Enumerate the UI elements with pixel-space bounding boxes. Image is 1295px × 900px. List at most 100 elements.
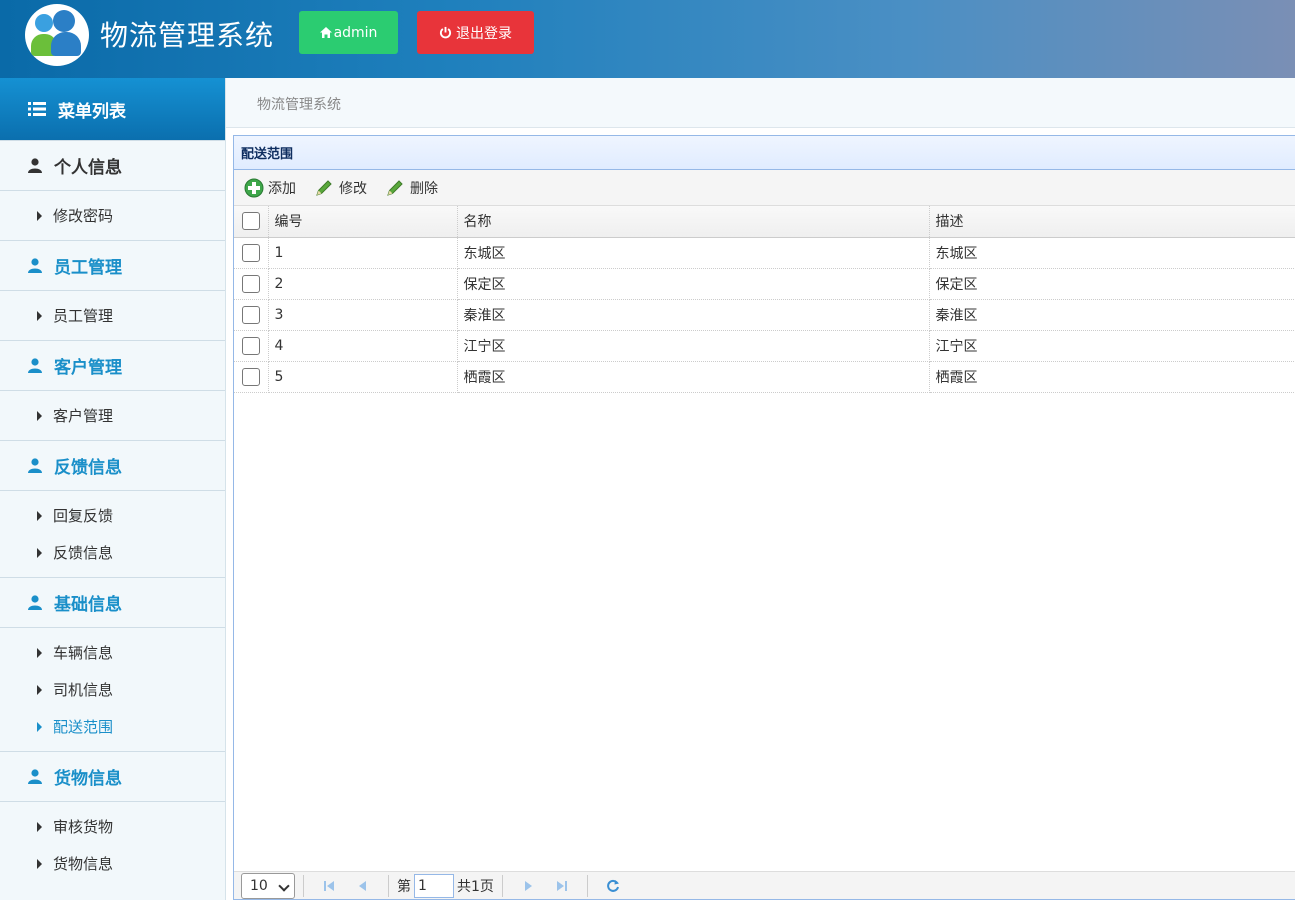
caret-right-icon — [37, 547, 42, 558]
list-icon — [28, 102, 46, 116]
select-all-cell — [234, 206, 269, 238]
home-icon — [319, 27, 332, 38]
caret-right-icon — [37, 647, 42, 658]
table-row[interactable]: 4 江宁区 江宁区 — [234, 330, 1295, 362]
cell-id: 2 — [268, 268, 458, 300]
logo-users-icon — [25, 4, 89, 66]
sidebar-group-title[interactable]: 个人信息 — [0, 141, 225, 191]
user-icon — [28, 358, 42, 373]
pencil-icon — [316, 179, 332, 196]
cell-description: 江宁区 — [929, 330, 1295, 362]
add-button[interactable]: 添加 — [244, 178, 296, 198]
sidebar-group-staff: 员工管理 员工管理 — [0, 240, 225, 340]
logout-label: 退出登录 — [456, 25, 512, 42]
user-icon — [28, 158, 42, 173]
prev-page-icon[interactable] — [355, 878, 371, 894]
cell-id: 5 — [268, 361, 458, 393]
data-grid: 编号 名称 描述 1 东城区 东城区 2 保定区 保定区 3 秦淮区 秦淮区 4… — [234, 206, 1295, 393]
select-all-checkbox[interactable] — [241, 212, 260, 231]
cell-name: 东城区 — [457, 237, 930, 269]
table-row[interactable]: 1 东城区 东城区 — [234, 237, 1295, 269]
user-icon — [28, 595, 42, 610]
column-header-id[interactable]: 编号 — [268, 206, 458, 238]
table-row[interactable]: 3 秦淮区 秦淮区 — [234, 299, 1295, 331]
sidebar-heading-label: 菜单列表 — [58, 101, 126, 122]
user-icon — [28, 458, 42, 473]
next-page-icon[interactable] — [520, 878, 536, 894]
sidebar-group-customers: 客户管理 客户管理 — [0, 340, 225, 440]
caret-right-icon — [37, 210, 42, 221]
top-header: 物流管理系统 admin 退出登录 — [0, 0, 1295, 78]
sidebar-item-customer-management[interactable]: 客户管理 — [0, 397, 225, 434]
sidebar-item-change-password[interactable]: 修改密码 — [0, 197, 225, 234]
table-row[interactable]: 2 保定区 保定区 — [234, 268, 1295, 300]
row-checkbox[interactable] — [241, 336, 260, 355]
sidebar-group-goods: 货物信息 审核货物 货物信息 — [0, 751, 225, 888]
cell-description: 栖霞区 — [929, 361, 1295, 393]
sidebar-item-feedback-info[interactable]: 反馈信息 — [0, 534, 225, 571]
refresh-icon[interactable] — [605, 878, 621, 894]
sidebar-group-title[interactable]: 反馈信息 — [0, 441, 225, 491]
cell-id: 4 — [268, 330, 458, 362]
sidebar-group-title[interactable]: 货物信息 — [0, 752, 225, 802]
sidebar-item-review-goods[interactable]: 审核货物 — [0, 808, 225, 845]
sidebar-item-reply-feedback[interactable]: 回复反馈 — [0, 497, 225, 534]
sidebar-group-personal: 个人信息 修改密码 — [0, 140, 225, 240]
grid-header-row: 编号 名称 描述 — [234, 206, 1295, 238]
page-prefix-label: 第 — [397, 878, 411, 895]
chevron-down-icon — [278, 879, 290, 892]
cell-name: 秦淮区 — [457, 299, 930, 331]
caret-right-icon — [37, 684, 42, 695]
page-total-label: 共1页 — [457, 878, 494, 895]
add-icon — [244, 178, 264, 197]
page-size-select[interactable]: 10 — [241, 872, 295, 899]
logout-button[interactable]: 退出登录 — [417, 11, 534, 54]
row-checkbox[interactable] — [241, 243, 260, 262]
caret-right-icon — [37, 510, 42, 521]
sidebar-item-goods-info[interactable]: 货物信息 — [0, 845, 225, 882]
admin-label: admin — [333, 24, 378, 41]
page-number-input[interactable]: 1 — [414, 873, 454, 898]
row-checkbox[interactable] — [241, 305, 260, 324]
last-page-icon[interactable] — [554, 878, 570, 894]
row-checkbox[interactable] — [241, 367, 260, 386]
table-row[interactable]: 5 栖霞区 栖霞区 — [234, 361, 1295, 393]
sidebar-group-title[interactable]: 员工管理 — [0, 241, 225, 291]
pagination-bar: 10 第 1 共1页 — [234, 871, 1295, 899]
caret-right-icon — [37, 858, 42, 869]
cell-name: 保定区 — [457, 268, 930, 300]
cell-name: 江宁区 — [457, 330, 930, 362]
sidebar: 菜单列表 个人信息 修改密码 员工管理 员工管理 客户管理 客户管理 反馈信息 … — [0, 78, 226, 900]
caret-right-icon — [37, 821, 42, 832]
pencil-icon — [387, 179, 403, 196]
sidebar-group-title[interactable]: 基础信息 — [0, 578, 225, 628]
edit-button[interactable]: 修改 — [314, 178, 367, 198]
column-header-name[interactable]: 名称 — [457, 206, 930, 238]
cell-name: 栖霞区 — [457, 361, 930, 393]
row-checkbox[interactable] — [241, 274, 260, 293]
caret-right-icon — [37, 410, 42, 421]
user-icon — [28, 769, 42, 784]
cell-id: 3 — [268, 299, 458, 331]
sidebar-group-feedback: 反馈信息 回复反馈 反馈信息 — [0, 440, 225, 577]
user-icon — [28, 258, 42, 273]
breadcrumb: 物流管理系统 — [257, 97, 341, 113]
first-page-icon[interactable] — [321, 878, 337, 894]
sidebar-item-staff-management[interactable]: 员工管理 — [0, 297, 225, 334]
admin-button[interactable]: admin — [299, 11, 398, 54]
sidebar-item-driver-info[interactable]: 司机信息 — [0, 671, 225, 708]
power-icon — [439, 26, 452, 39]
cell-description: 保定区 — [929, 268, 1295, 300]
caret-right-icon — [37, 310, 42, 321]
sidebar-item-vehicle-info[interactable]: 车辆信息 — [0, 634, 225, 671]
sidebar-group-title[interactable]: 客户管理 — [0, 341, 225, 391]
delete-button[interactable]: 删除 — [385, 178, 438, 198]
column-header-description[interactable]: 描述 — [929, 206, 1295, 238]
sidebar-group-basic-info: 基础信息 车辆信息 司机信息 配送范围 — [0, 577, 225, 751]
breadcrumb-bar: 物流管理系统 — [226, 78, 1295, 128]
caret-right-icon — [37, 721, 42, 732]
cell-id: 1 — [268, 237, 458, 269]
sidebar-item-delivery-range[interactable]: 配送范围 — [0, 708, 225, 745]
cell-description: 秦淮区 — [929, 299, 1295, 331]
toolbar: 添加 修改 删除 — [234, 170, 1295, 206]
